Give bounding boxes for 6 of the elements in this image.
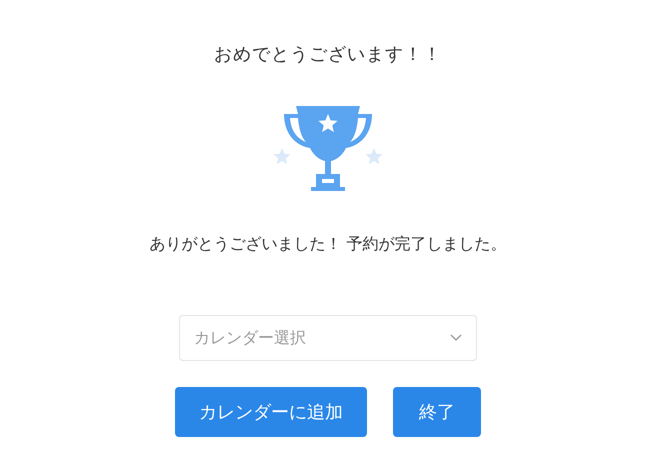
heading: おめでとうございます！！ bbox=[214, 43, 442, 66]
completion-message: ありがとうございました！ 予約が完了しました。 bbox=[149, 234, 507, 255]
finish-button[interactable]: 終了 bbox=[393, 387, 481, 437]
chevron-down-icon bbox=[450, 334, 462, 342]
add-to-calendar-button[interactable]: カレンダーに追加 bbox=[175, 387, 367, 437]
calendar-select[interactable]: カレンダー選択 bbox=[179, 315, 477, 361]
